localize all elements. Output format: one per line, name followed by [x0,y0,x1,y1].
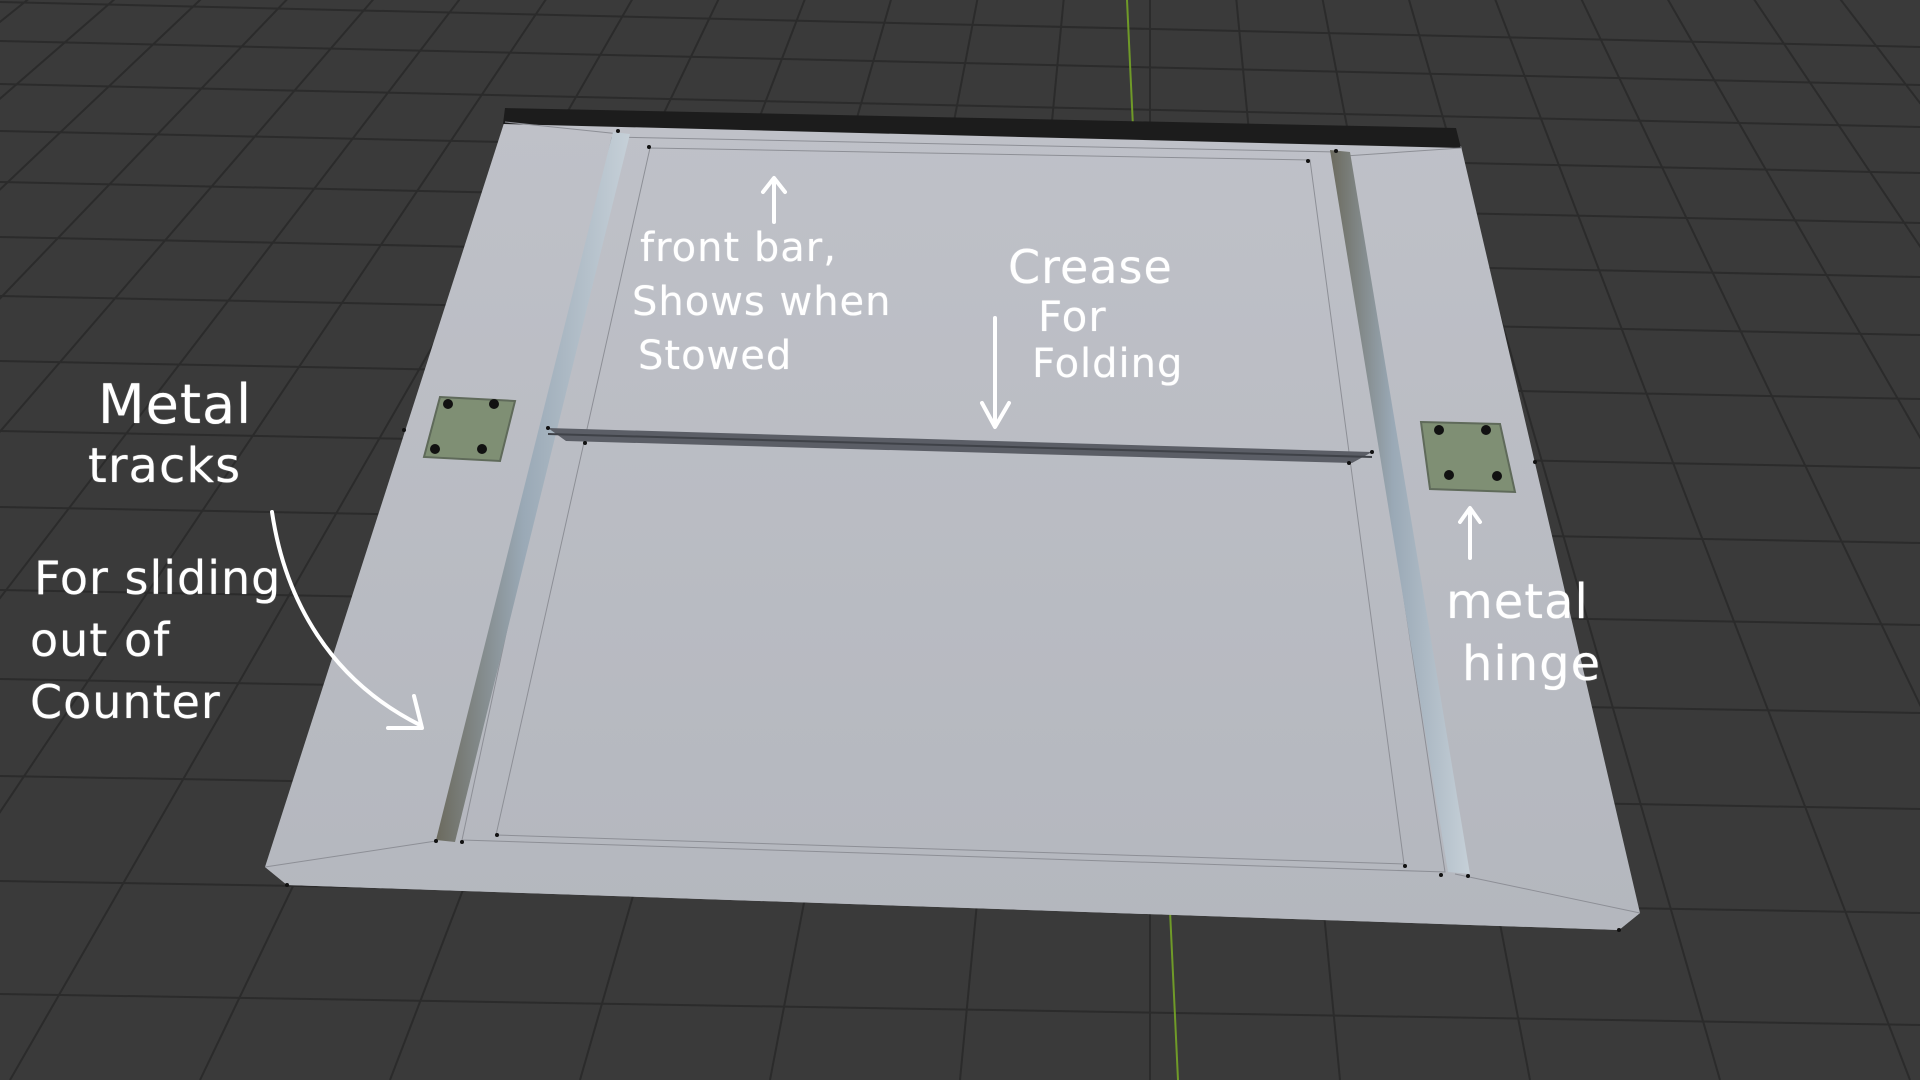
left-metal-hinge[interactable] [422,395,517,463]
right-metal-hinge[interactable] [1419,420,1517,494]
sliding-note-line-2: out of [30,613,171,667]
metal-hinge-note-line-2: hinge [1462,636,1602,692]
metal-hinge-note: metal hinge [1446,578,1601,688]
sliding-note: For sliding out of Counter [30,551,282,725]
metal-tracks-note-line-2: tracks [88,438,242,494]
3d-viewport[interactable]: front bar, Shows when Stowed Crease For … [0,0,1920,1080]
crease-note: Crease For Folding [1008,244,1183,384]
sliding-note-line-3: Counter [30,675,221,729]
3d-scene[interactable] [0,0,1920,1080]
panel-surface[interactable] [265,120,1640,930]
front-bar-note-line-3: Stowed [638,333,793,379]
front-bar-note-line-1: front bar, [640,225,837,271]
crease-note-line-1: Crease [1008,240,1173,294]
sliding-note-line-1: For sliding [34,551,282,605]
crease-note-line-2: For [1038,292,1107,341]
front-bar-note: front bar, Shows when Stowed [632,225,892,379]
metal-tracks-note: Metal tracks [88,373,253,491]
metal-hinge-note-line-1: metal [1446,574,1589,630]
metal-tracks-note-line-1: Metal [98,373,253,436]
front-bar-note-line-2: Shows when [632,279,892,325]
crease-note-line-3: Folding [1032,341,1184,387]
